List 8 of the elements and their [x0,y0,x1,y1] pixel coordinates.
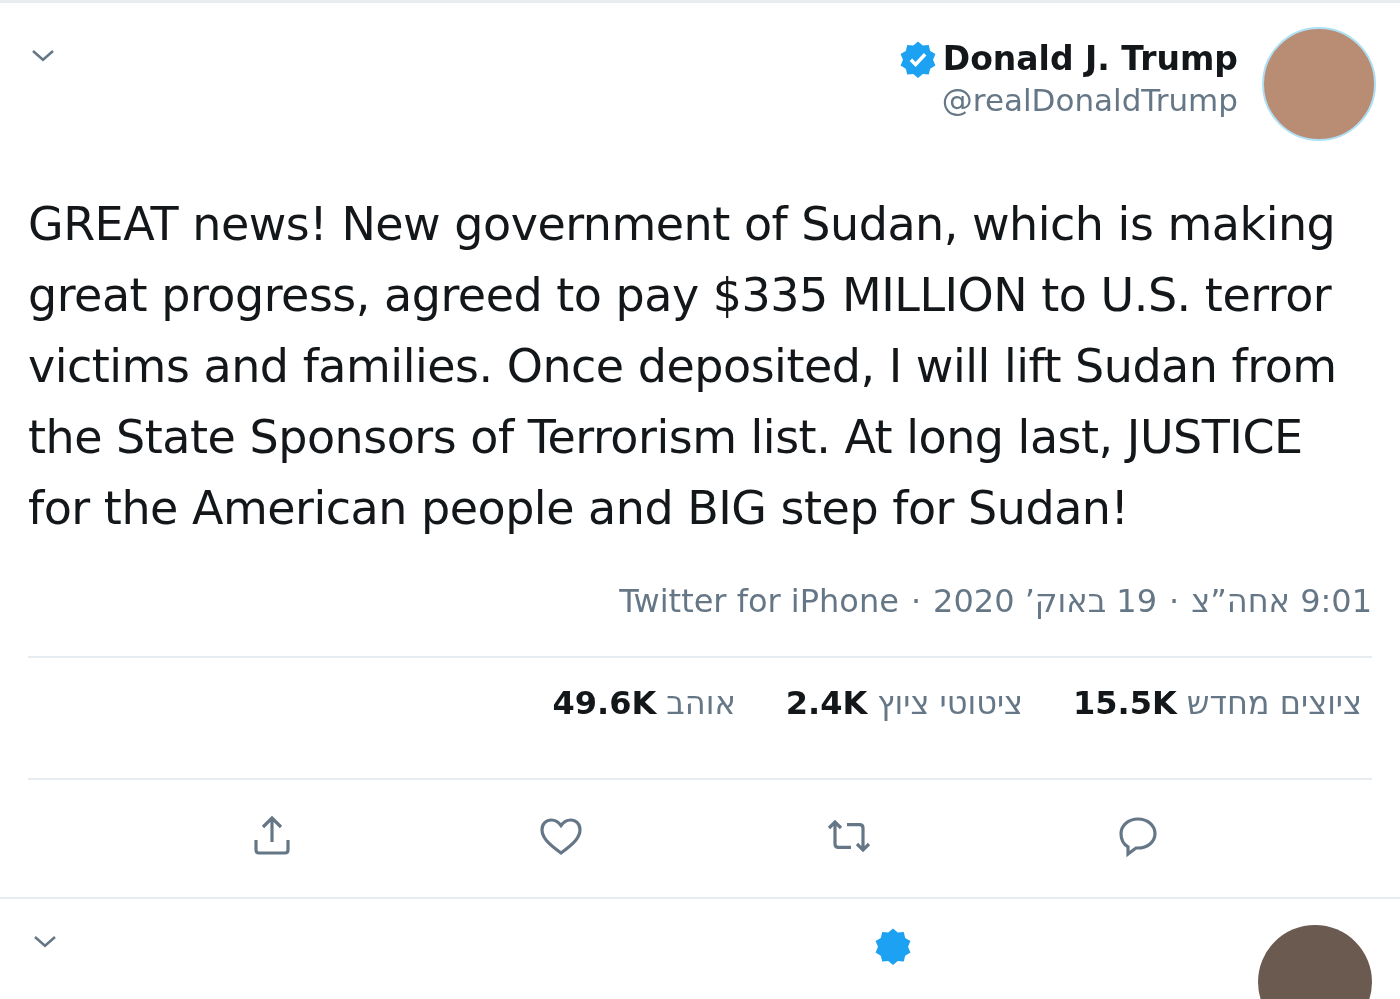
tweet-meta-text[interactable]: Twitter for iPhone [619,582,899,620]
tweet-text: GREAT news! New government of Sudan, which is making great progress, agreed to pay $335 MILLION to U.S. terror victims and families. Once deposited, I will lift Sudan from the State Sponsors of Terrorism list. At long last, JUSTICE for the American people and BIG step for Sudan! [28,196,1338,537]
author-name[interactable]: Donald J. Trump [942,39,1238,78]
tweet-meta-text: 9:01 אחה”צ [1191,582,1372,620]
tweet-meta-text: · [910,582,922,620]
tweet-meta-text: · [1169,582,1180,620]
author-handle[interactable]: @realDonaldTrump [941,82,1238,118]
tweet-meta-text: 19 באוק’ 2020 [933,582,1158,620]
